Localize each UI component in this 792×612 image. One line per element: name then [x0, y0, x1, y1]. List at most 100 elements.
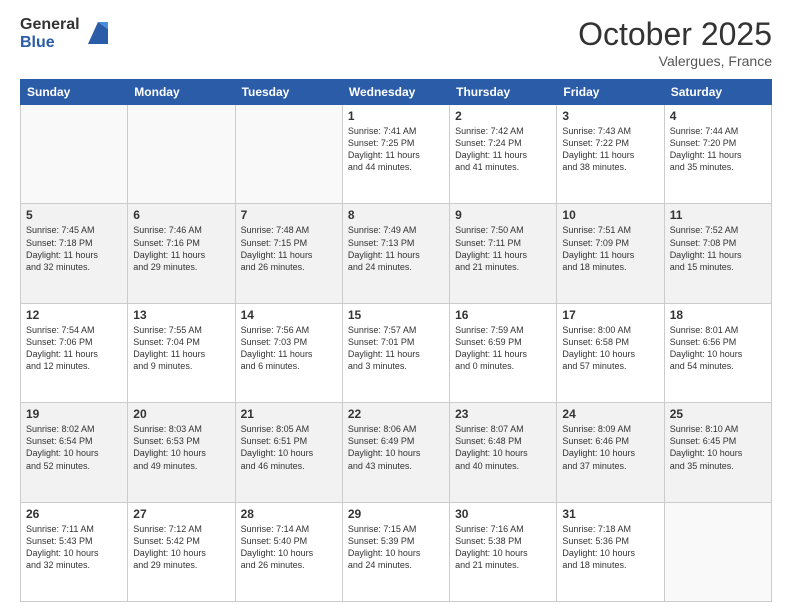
day-info: Sunrise: 7:52 AM Sunset: 7:08 PM Dayligh… — [670, 224, 766, 273]
day-info: Sunrise: 8:03 AM Sunset: 6:53 PM Dayligh… — [133, 423, 229, 472]
day-info: Sunrise: 8:09 AM Sunset: 6:46 PM Dayligh… — [562, 423, 658, 472]
logo-blue: Blue — [20, 34, 80, 52]
day-info: Sunrise: 7:42 AM Sunset: 7:24 PM Dayligh… — [455, 125, 551, 174]
day-info: Sunrise: 7:12 AM Sunset: 5:42 PM Dayligh… — [133, 523, 229, 572]
table-row: 23 Sunrise: 8:07 AM Sunset: 6:48 PM Dayli… — [450, 403, 557, 502]
table-row: 7 Sunrise: 7:48 AM Sunset: 7:15 PM Daylig… — [235, 204, 342, 303]
day-info: Sunrise: 7:44 AM Sunset: 7:20 PM Dayligh… — [670, 125, 766, 174]
header-thursday: Thursday — [450, 80, 557, 105]
table-row: 26 Sunrise: 7:11 AM Sunset: 5:43 PM Dayli… — [21, 502, 128, 601]
day-number: 31 — [562, 507, 658, 521]
table-row — [235, 105, 342, 204]
day-number: 8 — [348, 208, 444, 222]
table-row: 22 Sunrise: 8:06 AM Sunset: 6:49 PM Dayli… — [342, 403, 449, 502]
day-number: 29 — [348, 507, 444, 521]
day-number: 1 — [348, 109, 444, 123]
day-number: 22 — [348, 407, 444, 421]
day-number: 28 — [241, 507, 337, 521]
header-tuesday: Tuesday — [235, 80, 342, 105]
table-row — [664, 502, 771, 601]
table-row — [128, 105, 235, 204]
day-info: Sunrise: 8:06 AM Sunset: 6:49 PM Dayligh… — [348, 423, 444, 472]
day-info: Sunrise: 8:02 AM Sunset: 6:54 PM Dayligh… — [26, 423, 122, 472]
day-info: Sunrise: 7:18 AM Sunset: 5:36 PM Dayligh… — [562, 523, 658, 572]
table-row: 29 Sunrise: 7:15 AM Sunset: 5:39 PM Dayli… — [342, 502, 449, 601]
table-row: 3 Sunrise: 7:43 AM Sunset: 7:22 PM Daylig… — [557, 105, 664, 204]
day-number: 4 — [670, 109, 766, 123]
day-info: Sunrise: 8:10 AM Sunset: 6:45 PM Dayligh… — [670, 423, 766, 472]
day-number: 20 — [133, 407, 229, 421]
logo: General Blue — [20, 16, 113, 51]
calendar-table: Sunday Monday Tuesday Wednesday Thursday… — [20, 79, 772, 602]
table-row: 6 Sunrise: 7:46 AM Sunset: 7:16 PM Daylig… — [128, 204, 235, 303]
day-number: 18 — [670, 308, 766, 322]
day-info: Sunrise: 7:51 AM Sunset: 7:09 PM Dayligh… — [562, 224, 658, 273]
table-row: 20 Sunrise: 8:03 AM Sunset: 6:53 PM Dayli… — [128, 403, 235, 502]
header-friday: Friday — [557, 80, 664, 105]
day-number: 14 — [241, 308, 337, 322]
table-row: 31 Sunrise: 7:18 AM Sunset: 5:36 PM Dayli… — [557, 502, 664, 601]
calendar-week-row: 12 Sunrise: 7:54 AM Sunset: 7:06 PM Dayli… — [21, 303, 772, 402]
table-row: 2 Sunrise: 7:42 AM Sunset: 7:24 PM Daylig… — [450, 105, 557, 204]
table-row: 19 Sunrise: 8:02 AM Sunset: 6:54 PM Dayli… — [21, 403, 128, 502]
day-info: Sunrise: 7:48 AM Sunset: 7:15 PM Dayligh… — [241, 224, 337, 273]
day-number: 25 — [670, 407, 766, 421]
day-number: 15 — [348, 308, 444, 322]
day-number: 6 — [133, 208, 229, 222]
calendar-header-row: Sunday Monday Tuesday Wednesday Thursday… — [21, 80, 772, 105]
table-row: 24 Sunrise: 8:09 AM Sunset: 6:46 PM Dayli… — [557, 403, 664, 502]
day-info: Sunrise: 7:15 AM Sunset: 5:39 PM Dayligh… — [348, 523, 444, 572]
day-info: Sunrise: 7:46 AM Sunset: 7:16 PM Dayligh… — [133, 224, 229, 273]
day-number: 12 — [26, 308, 122, 322]
calendar-week-row: 19 Sunrise: 8:02 AM Sunset: 6:54 PM Dayli… — [21, 403, 772, 502]
calendar-week-row: 26 Sunrise: 7:11 AM Sunset: 5:43 PM Dayli… — [21, 502, 772, 601]
table-row: 9Sunrise: 7:50 AM Sunset: 7:11 PM Daylig… — [450, 204, 557, 303]
table-row: 10Sunrise: 7:51 AM Sunset: 7:09 PM Dayli… — [557, 204, 664, 303]
header-wednesday: Wednesday — [342, 80, 449, 105]
logo-general: General — [20, 16, 80, 34]
day-info: Sunrise: 7:14 AM Sunset: 5:40 PM Dayligh… — [241, 523, 337, 572]
table-row: 11 Sunrise: 7:52 AM Sunset: 7:08 PM Dayli… — [664, 204, 771, 303]
day-number: 3 — [562, 109, 658, 123]
day-number: 11 — [670, 208, 766, 222]
day-info: Sunrise: 8:07 AM Sunset: 6:48 PM Dayligh… — [455, 423, 551, 472]
table-row: 21Sunrise: 8:05 AM Sunset: 6:51 PM Dayli… — [235, 403, 342, 502]
day-number: 21 — [241, 407, 337, 421]
table-row: 4 Sunrise: 7:44 AM Sunset: 7:20 PM Daylig… — [664, 105, 771, 204]
table-row: 8Sunrise: 7:49 AM Sunset: 7:13 PM Daylig… — [342, 204, 449, 303]
day-info: Sunrise: 7:56 AM Sunset: 7:03 PM Dayligh… — [241, 324, 337, 373]
day-info: Sunrise: 7:55 AM Sunset: 7:04 PM Dayligh… — [133, 324, 229, 373]
day-number: 7 — [241, 208, 337, 222]
table-row: 12 Sunrise: 7:54 AM Sunset: 7:06 PM Dayli… — [21, 303, 128, 402]
day-number: 5 — [26, 208, 122, 222]
day-number: 23 — [455, 407, 551, 421]
day-number: 19 — [26, 407, 122, 421]
table-row: 17Sunrise: 8:00 AM Sunset: 6:58 PM Dayli… — [557, 303, 664, 402]
location: Valergues, France — [578, 53, 772, 69]
day-number: 16 — [455, 308, 551, 322]
month-title: October 2025 — [578, 16, 772, 53]
day-info: Sunrise: 7:54 AM Sunset: 7:06 PM Dayligh… — [26, 324, 122, 373]
table-row: 28 Sunrise: 7:14 AM Sunset: 5:40 PM Dayli… — [235, 502, 342, 601]
day-info: Sunrise: 7:50 AM Sunset: 7:11 PM Dayligh… — [455, 224, 551, 273]
day-number: 26 — [26, 507, 122, 521]
day-number: 17 — [562, 308, 658, 322]
day-info: Sunrise: 7:41 AM Sunset: 7:25 PM Dayligh… — [348, 125, 444, 174]
table-row: 13Sunrise: 7:55 AM Sunset: 7:04 PM Dayli… — [128, 303, 235, 402]
header-sunday: Sunday — [21, 80, 128, 105]
day-number: 2 — [455, 109, 551, 123]
day-info: Sunrise: 7:16 AM Sunset: 5:38 PM Dayligh… — [455, 523, 551, 572]
day-number: 24 — [562, 407, 658, 421]
table-row: 14 Sunrise: 7:56 AM Sunset: 7:03 PM Dayli… — [235, 303, 342, 402]
day-number: 30 — [455, 507, 551, 521]
table-row: 16Sunrise: 7:59 AM Sunset: 6:59 PM Dayli… — [450, 303, 557, 402]
day-info: Sunrise: 7:43 AM Sunset: 7:22 PM Dayligh… — [562, 125, 658, 174]
day-info: Sunrise: 7:11 AM Sunset: 5:43 PM Dayligh… — [26, 523, 122, 572]
header: General Blue October 2025 Valergues, Fra… — [20, 16, 772, 69]
page: General Blue October 2025 Valergues, Fra… — [0, 0, 792, 612]
header-saturday: Saturday — [664, 80, 771, 105]
day-info: Sunrise: 7:45 AM Sunset: 7:18 PM Dayligh… — [26, 224, 122, 273]
table-row: 18Sunrise: 8:01 AM Sunset: 6:56 PM Dayli… — [664, 303, 771, 402]
logo-icon — [83, 19, 113, 49]
day-number: 27 — [133, 507, 229, 521]
